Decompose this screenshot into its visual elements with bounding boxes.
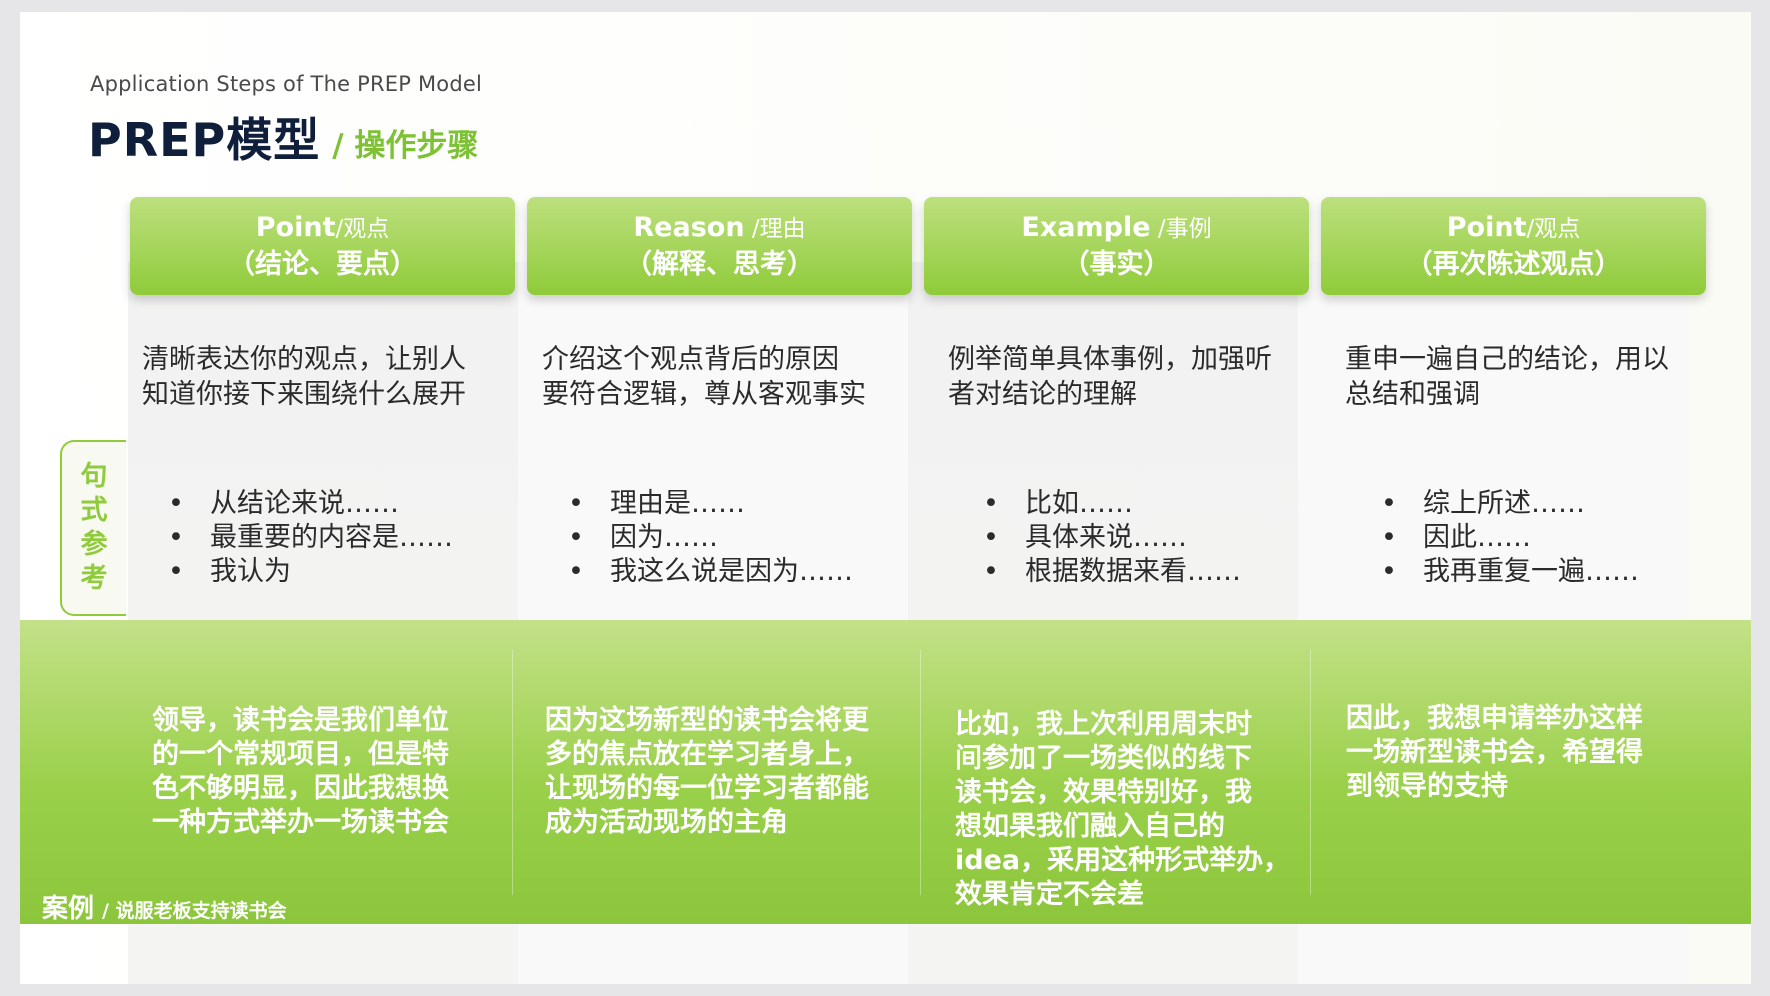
tag-char: 式 — [80, 495, 108, 526]
step-description: 例举简单具体事例，加强听 者对结论的理解 — [948, 342, 1308, 412]
case-label-main: 案例 — [42, 894, 95, 924]
header-en: Example — [1021, 211, 1151, 243]
case-line: 因为这场新型的读书会将更 — [545, 705, 869, 736]
case-text-reason: 因为这场新型的读书会将更 多的焦点放在学习者身上， 让现场的每一位学习者都能 成… — [545, 704, 905, 840]
step-description: 介绍这个观点背后的原因 要符合逻辑，尊从客观事实 — [542, 342, 902, 412]
tag-char: 参 — [80, 529, 108, 560]
sentence-examples-list: 比如…… 具体来说…… 根据数据来看…… — [983, 487, 1241, 589]
case-line: 的一个常规项目，但是特 — [152, 739, 449, 770]
header-zh: /观点 — [1526, 215, 1581, 242]
step-description: 重申一遍自己的结论，用以 总结和强调 — [1345, 342, 1705, 412]
list-item: 我认为 — [168, 555, 453, 589]
case-label: 案例 / 说服老板支持读书会 — [42, 888, 287, 925]
list-item: 因此…… — [1381, 521, 1639, 555]
case-line: 成为活动现场的主角 — [545, 807, 788, 838]
desc-line: 重申一遍自己的结论，用以 — [1345, 344, 1669, 375]
case-label-sub: / 说服老板支持读书会 — [102, 900, 287, 922]
list-item: 具体来说…… — [983, 521, 1241, 555]
sentence-examples-list: 从结论来说…… 最重要的内容是…… 我认为 — [168, 487, 453, 589]
case-line: 间参加了一场类似的线下 — [955, 743, 1252, 774]
case-line: 到领导的支持 — [1346, 771, 1508, 802]
case-line: 比如，我上次利用周末时 — [955, 709, 1252, 740]
header-line2: （事实） — [1062, 248, 1171, 280]
header-zh: /观点 — [335, 215, 390, 242]
case-line: 领导，读书会是我们单位 — [152, 705, 449, 736]
sentence-examples-list: 综上所述…… 因此…… 我再重复一遍…… — [1381, 487, 1639, 589]
slide: Application Steps of The PREP Model PREP… — [20, 12, 1751, 984]
sentence-reference-tag: 句 式 参 考 — [60, 440, 126, 616]
case-text-point-restate: 因此，我想申请举办这样 一场新型读书会，希望得 到领导的支持 — [1346, 702, 1696, 804]
header-en: Point — [1446, 211, 1527, 243]
tag-char: 考 — [80, 563, 108, 594]
header-zh: /事例 — [1150, 215, 1212, 242]
case-line: 多的焦点放在学习者身上， — [545, 739, 869, 770]
tag-char: 句 — [80, 461, 108, 492]
desc-line: 清晰表达你的观点，让别人 — [142, 344, 466, 375]
desc-line: 例举简单具体事例，加强听 — [948, 344, 1272, 375]
desc-line: 介绍这个观点背后的原因 — [542, 344, 839, 375]
case-line: idea，采用这种形式举办， — [955, 845, 1291, 876]
list-item: 综上所述…… — [1381, 487, 1639, 521]
divider — [1310, 650, 1311, 895]
header-zh: /理由 — [744, 215, 806, 242]
case-line: 想如果我们融入自己的 — [955, 811, 1225, 842]
desc-line: 者对结论的理解 — [948, 379, 1137, 410]
step-header-point: Point/观点 （结论、要点） — [130, 197, 515, 295]
case-line: 效果肯定不会差 — [955, 879, 1144, 910]
title-sub: / 操作步骤 — [332, 128, 479, 164]
title-main: PREP模型 — [88, 113, 321, 167]
case-line: 读书会，效果特别好，我 — [955, 777, 1252, 808]
case-line: 一场新型读书会，希望得 — [1346, 737, 1643, 768]
case-line: 让现场的每一位学习者都能 — [545, 773, 869, 804]
header-line2: （再次陈述观点） — [1405, 248, 1622, 280]
desc-line: 知道你接下来围绕什么展开 — [142, 379, 466, 410]
list-item: 比如…… — [983, 487, 1241, 521]
header-line2: （结论、要点） — [228, 248, 417, 280]
sentence-examples-list: 理由是…… 因为…… 我这么说是因为…… — [568, 487, 853, 589]
divider — [512, 650, 513, 895]
step-header-reason: Reason /理由 （解释、思考） — [527, 197, 912, 295]
list-item: 理由是…… — [568, 487, 853, 521]
list-item: 从结论来说…… — [168, 487, 453, 521]
english-subtitle: Application Steps of The PREP Model — [90, 72, 483, 96]
step-header-example: Example /事例 （事实） — [924, 197, 1309, 295]
desc-line: 要符合逻辑，尊从客观事实 — [542, 379, 866, 410]
case-text-point: 领导，读书会是我们单位 的一个常规项目，但是特 色不够明显，因此我想换 一种方式… — [152, 704, 502, 840]
case-line: 因此，我想申请举办这样 — [1346, 703, 1643, 734]
divider — [920, 650, 921, 895]
desc-line: 总结和强调 — [1345, 379, 1480, 410]
step-header-point-restate: Point/观点 （再次陈述观点） — [1321, 197, 1706, 295]
case-text-example: 比如，我上次利用周末时 间参加了一场类似的线下 读书会，效果特别好，我 想如果我… — [955, 708, 1305, 912]
list-item: 根据数据来看…… — [983, 555, 1241, 589]
step-description: 清晰表达你的观点，让别人 知道你接下来围绕什么展开 — [142, 342, 502, 412]
case-band: 领导，读书会是我们单位 的一个常规项目，但是特 色不够明显，因此我想换 一种方式… — [20, 620, 1751, 924]
list-item: 最重要的内容是…… — [168, 521, 453, 555]
page-title: PREP模型 / 操作步骤 — [88, 104, 478, 170]
list-item: 因为…… — [568, 521, 853, 555]
list-item: 我再重复一遍…… — [1381, 555, 1639, 589]
case-line: 色不够明显，因此我想换 — [152, 773, 449, 804]
header-line2: （解释、思考） — [625, 248, 814, 280]
header-en: Point — [255, 211, 336, 243]
list-item: 我这么说是因为…… — [568, 555, 853, 589]
header-en: Reason — [633, 211, 745, 243]
case-line: 一种方式举办一场读书会 — [152, 807, 449, 838]
